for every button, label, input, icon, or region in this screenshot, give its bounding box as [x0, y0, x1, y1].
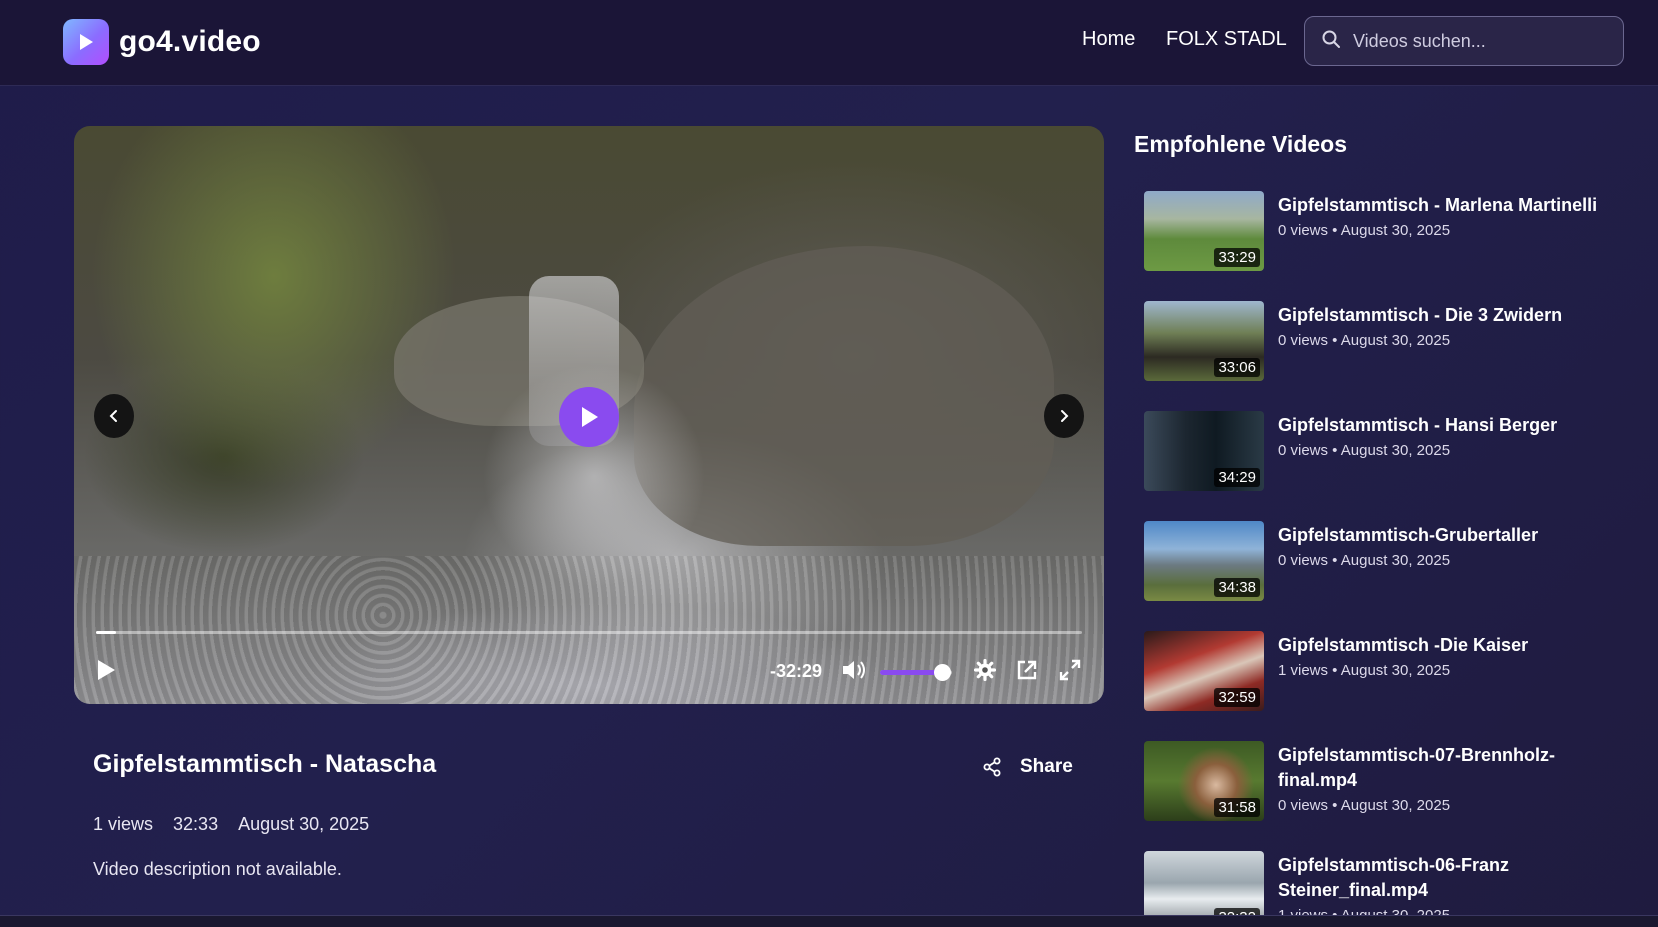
- time-remaining: -32:29: [770, 661, 823, 681]
- recommended-video-title[interactable]: Gipfelstammtisch-Grubertaller: [1278, 523, 1598, 548]
- video-thumbnail[interactable]: 33:06: [1144, 301, 1264, 381]
- previous-video-button[interactable]: [94, 394, 134, 438]
- mute-button[interactable]: [840, 657, 868, 683]
- site-logo[interactable]: go4.video: [63, 19, 261, 65]
- volume-fill: [880, 670, 942, 675]
- recommended-video-title[interactable]: Gipfelstammtisch - Marlena Martinelli: [1278, 193, 1598, 218]
- recommended-video-title[interactable]: Gipfelstammtisch - Hansi Berger: [1278, 413, 1598, 438]
- thumbnail-duration: 33:06: [1214, 358, 1260, 377]
- volume-knob[interactable]: [933, 664, 951, 681]
- recommended-video-title[interactable]: Gipfelstammtisch - Die 3 Zwidern: [1278, 303, 1598, 328]
- popout-button[interactable]: [1014, 657, 1040, 683]
- play-icon: [582, 407, 598, 427]
- play-icon: [98, 660, 115, 680]
- site-header: go4.video Home FOLX STADL: [0, 0, 1658, 86]
- thumbnail-duration: 31:58: [1214, 798, 1260, 817]
- recommended-video-title[interactable]: Gipfelstammtisch-06-Franz Steiner_final.…: [1278, 853, 1598, 903]
- recommended-video-meta: 0 views • August 30, 2025: [1278, 222, 1451, 239]
- video-thumbnail[interactable]: 33:29: [1144, 191, 1264, 271]
- search-icon: [1321, 29, 1341, 54]
- video-thumbnail[interactable]: 31:58: [1144, 741, 1264, 821]
- recommended-video[interactable]: 31:58 Gipfelstammtisch-07-Brennholz-fina…: [1144, 741, 1614, 823]
- gear-icon: [974, 659, 996, 681]
- thumbnail-duration: 32:59: [1214, 688, 1260, 707]
- share-icon: [983, 757, 1001, 777]
- video-thumbnail[interactable]: 34:29: [1144, 411, 1264, 491]
- search-box[interactable]: [1304, 16, 1624, 66]
- fullscreen-button[interactable]: [1057, 657, 1083, 683]
- logo-play-icon: [63, 19, 109, 65]
- recommended-video[interactable]: 34:29 Gipfelstammtisch - Hansi Berger 0 …: [1144, 411, 1614, 493]
- video-frame-pebbles: [74, 556, 1104, 704]
- video-title: Gipfelstammtisch - Natascha: [93, 750, 437, 778]
- video-thumbnail[interactable]: 34:38: [1144, 521, 1264, 601]
- video-meta: 1 views 32:33 August 30, 2025: [93, 814, 389, 835]
- share-label: Share: [1020, 756, 1073, 777]
- recommended-video-meta: 1 views • August 30, 2025: [1278, 662, 1451, 679]
- recommended-title: Empfohlene Videos: [1134, 131, 1348, 157]
- nav-home[interactable]: Home: [1082, 28, 1135, 51]
- progress-bar[interactable]: [96, 631, 1082, 634]
- big-play-button[interactable]: [559, 387, 619, 447]
- thumbnail-duration: 34:29: [1214, 468, 1260, 487]
- view-count: 1 views: [93, 814, 154, 834]
- recommended-video[interactable]: 33:06 Gipfelstammtisch - Die 3 Zwidern 0…: [1144, 301, 1614, 383]
- thumbnail-duration: 33:29: [1214, 248, 1260, 267]
- external-link-icon: [1017, 660, 1037, 680]
- recommended-video[interactable]: 32:59 Gipfelstammtisch -Die Kaiser 1 vie…: [1144, 631, 1614, 713]
- recommended-video-meta: 0 views • August 30, 2025: [1278, 552, 1451, 569]
- recommended-video[interactable]: 33:29 Gipfelstammtisch - Marlena Martine…: [1144, 191, 1614, 273]
- logo-text: go4.video: [119, 25, 261, 58]
- volume-slider[interactable]: [880, 664, 952, 681]
- progress-fill: [96, 631, 116, 634]
- chevron-left-icon: [109, 410, 117, 422]
- upload-date: August 30, 2025: [238, 814, 370, 834]
- recommended-video-meta: 0 views • August 30, 2025: [1278, 797, 1451, 814]
- next-video-button[interactable]: [1044, 394, 1084, 438]
- settings-button[interactable]: [972, 657, 998, 683]
- fullscreen-icon: [1059, 659, 1081, 681]
- recommended-video-meta: 0 views • August 30, 2025: [1278, 442, 1451, 459]
- recommended-video-title[interactable]: Gipfelstammtisch -Die Kaiser: [1278, 633, 1598, 658]
- search-input[interactable]: [1353, 30, 1603, 52]
- recommended-video-meta: 0 views • August 30, 2025: [1278, 332, 1451, 349]
- os-taskbar: [0, 915, 1658, 927]
- share-button[interactable]: Share: [982, 756, 1073, 778]
- play-button[interactable]: [92, 656, 120, 684]
- nav-folx-stadl[interactable]: FOLX STADL: [1166, 28, 1287, 51]
- video-description: Video description not available.: [93, 859, 342, 879]
- recommended-video-title[interactable]: Gipfelstammtisch-07-Brennholz-final.mp4: [1278, 743, 1598, 793]
- video-player[interactable]: -32:29: [74, 126, 1104, 704]
- video-thumbnail[interactable]: 32:59: [1144, 631, 1264, 711]
- chevron-right-icon: [1061, 410, 1069, 422]
- thumbnail-duration: 34:38: [1214, 578, 1260, 597]
- recommended-video[interactable]: 34:38 Gipfelstammtisch-Grubertaller 0 vi…: [1144, 521, 1614, 603]
- video-duration: 32:33: [173, 814, 219, 834]
- volume-icon: [843, 661, 865, 679]
